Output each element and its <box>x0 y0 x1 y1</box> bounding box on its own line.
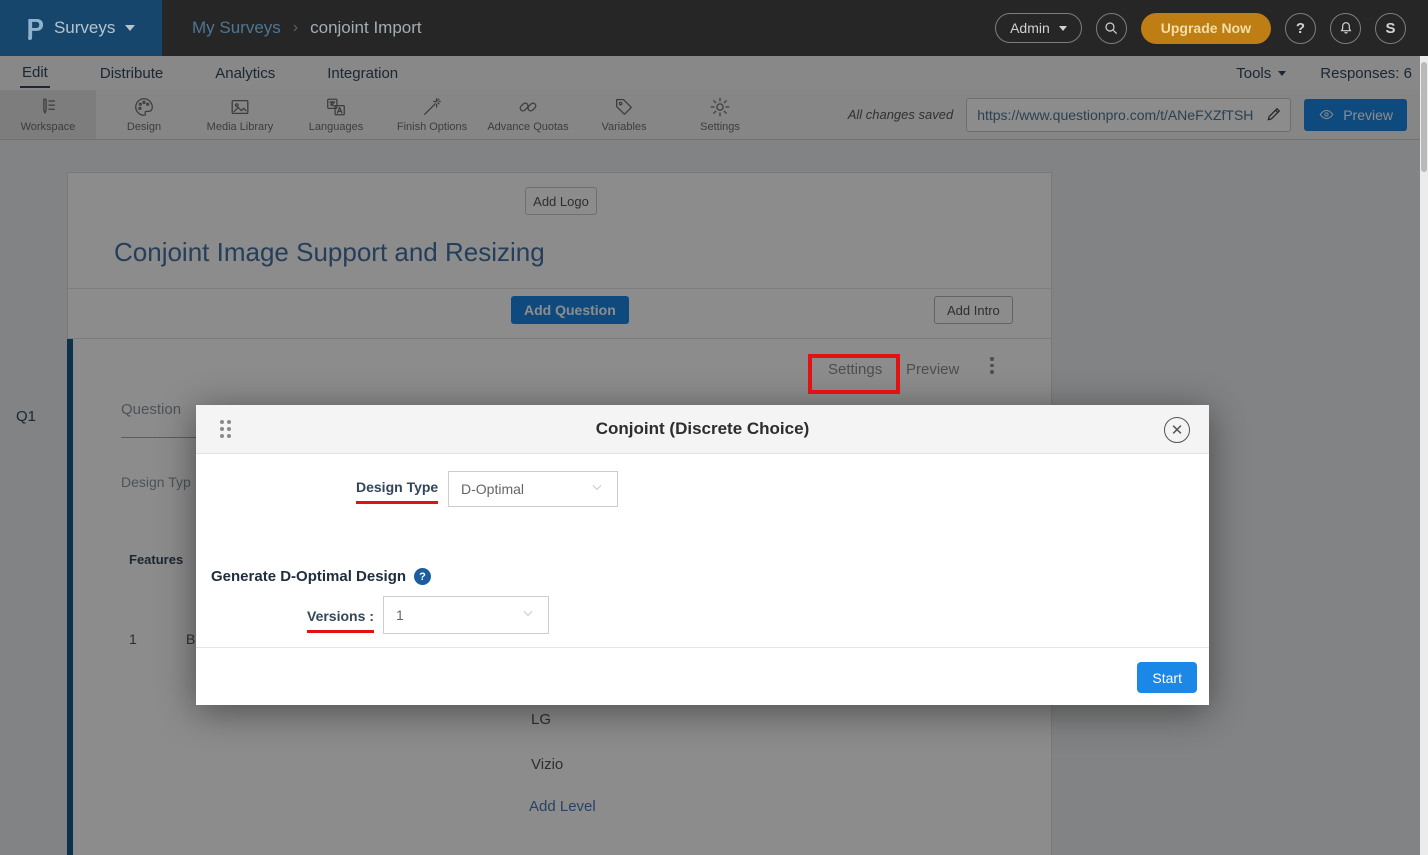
avatar-initial: S <box>1385 20 1395 37</box>
scrollbar-thumb[interactable] <box>1421 62 1427 172</box>
modal-close-button[interactable]: ✕ <box>1164 417 1190 443</box>
chevron-down-icon <box>589 479 605 500</box>
admin-dropdown[interactable]: Admin <box>995 13 1082 43</box>
bell-icon <box>1338 20 1354 36</box>
design-type-label: Design Type <box>356 479 438 504</box>
generate-design-heading: Generate D-Optimal Design ? <box>211 568 431 585</box>
admin-label: Admin <box>1010 20 1050 36</box>
breadcrumb-my-surveys[interactable]: My Surveys <box>192 18 281 38</box>
versions-select[interactable]: 1 <box>383 596 549 634</box>
upgrade-label: Upgrade Now <box>1161 20 1251 36</box>
questionpro-logo-icon: P <box>27 15 44 41</box>
help-button[interactable]: ? <box>1285 13 1316 44</box>
modal-footer: Start <box>196 647 1209 705</box>
upgrade-now-button[interactable]: Upgrade Now <box>1141 13 1271 44</box>
questionpro-app: P Surveys My Surveys › conjoint Import A… <box>0 0 1428 855</box>
design-type-value: D-Optimal <box>461 481 524 497</box>
design-type-red-underline-annotation <box>356 501 438 504</box>
chevron-down-icon <box>125 25 135 31</box>
generate-design-heading-text: Generate D-Optimal Design <box>211 568 406 585</box>
header-actions: Admin Upgrade Now ? S <box>995 13 1428 44</box>
versions-label: Versions : <box>307 608 374 633</box>
breadcrumb: My Surveys › conjoint Import <box>192 18 422 38</box>
product-name: Surveys <box>54 18 115 38</box>
page-scrollbar[interactable] <box>1420 56 1428 855</box>
chevron-down-icon <box>520 605 536 626</box>
search-icon <box>1103 20 1119 36</box>
modal-header: Conjoint (Discrete Choice) ✕ <box>196 405 1209 454</box>
versions-red-underline-annotation <box>307 630 374 633</box>
product-switcher[interactable]: P Surveys <box>0 0 162 56</box>
account-avatar[interactable]: S <box>1375 13 1406 44</box>
close-icon: ✕ <box>1171 423 1184 438</box>
breadcrumb-current: conjoint Import <box>310 18 422 38</box>
modal-title: Conjoint (Discrete Choice) <box>596 419 809 439</box>
notifications-button[interactable] <box>1330 13 1361 44</box>
help-tooltip-icon[interactable]: ? <box>414 568 431 585</box>
search-button[interactable] <box>1096 13 1127 44</box>
design-type-select[interactable]: D-Optimal <box>448 471 618 507</box>
conjoint-settings-modal: Conjoint (Discrete Choice) ✕ Design Type… <box>196 405 1209 705</box>
drag-handle-icon[interactable] <box>220 420 231 438</box>
question-mark-icon: ? <box>1296 20 1305 37</box>
start-button[interactable]: Start <box>1137 662 1197 693</box>
top-header: P Surveys My Surveys › conjoint Import A… <box>0 0 1428 56</box>
breadcrumb-separator-icon: › <box>293 19 298 37</box>
chevron-down-icon <box>1059 26 1067 31</box>
versions-value: 1 <box>396 607 404 623</box>
